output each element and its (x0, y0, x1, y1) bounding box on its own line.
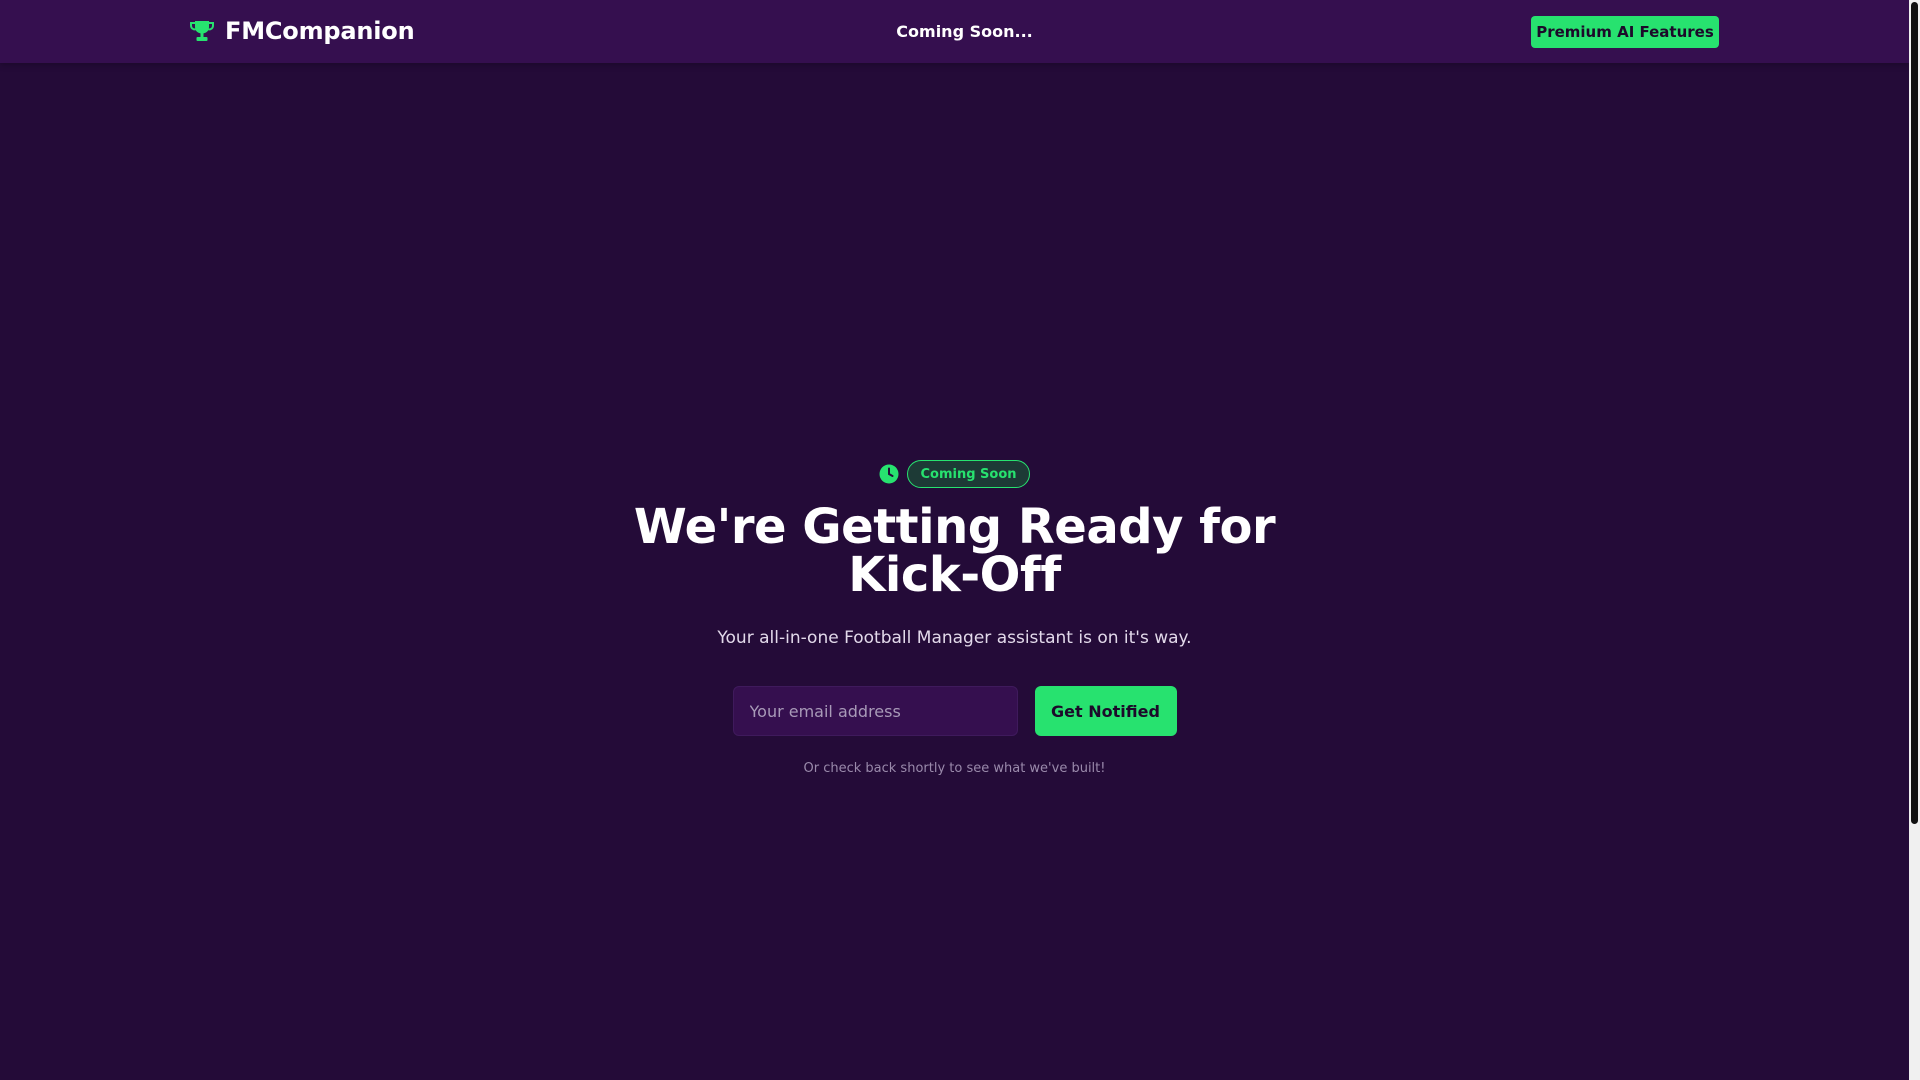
coming-soon-badge-row: Coming Soon (0, 460, 1909, 488)
footnote-text: Or check back shortly to see what we've … (803, 761, 1106, 776)
coming-soon-badge: Coming Soon (907, 460, 1030, 488)
hero-subtitle: Your all-in-one Football Manager assista… (717, 628, 1192, 648)
page: FMCompanion Coming Soon... Premium AI Fe… (0, 0, 1920, 1080)
hero-title-line-2: Kick-Off (848, 547, 1061, 603)
scrollbar-thumb[interactable] (1911, 2, 1918, 824)
email-signup-form: Get Notified (0, 686, 1909, 736)
hero-title: We're Getting Ready for Kick-Off (0, 503, 1909, 599)
hero-title-line-1: We're Getting Ready for (633, 499, 1276, 555)
main-content: FMCompanion Coming Soon... Premium AI Fe… (0, 0, 1909, 1080)
clock-icon (879, 464, 899, 484)
hero-section: Coming Soon We're Getting Ready for Kick… (0, 0, 1909, 1080)
get-notified-button[interactable]: Get Notified (1034, 686, 1177, 736)
vertical-scrollbar[interactable] (1909, 0, 1920, 1080)
email-input[interactable] (732, 686, 1018, 736)
